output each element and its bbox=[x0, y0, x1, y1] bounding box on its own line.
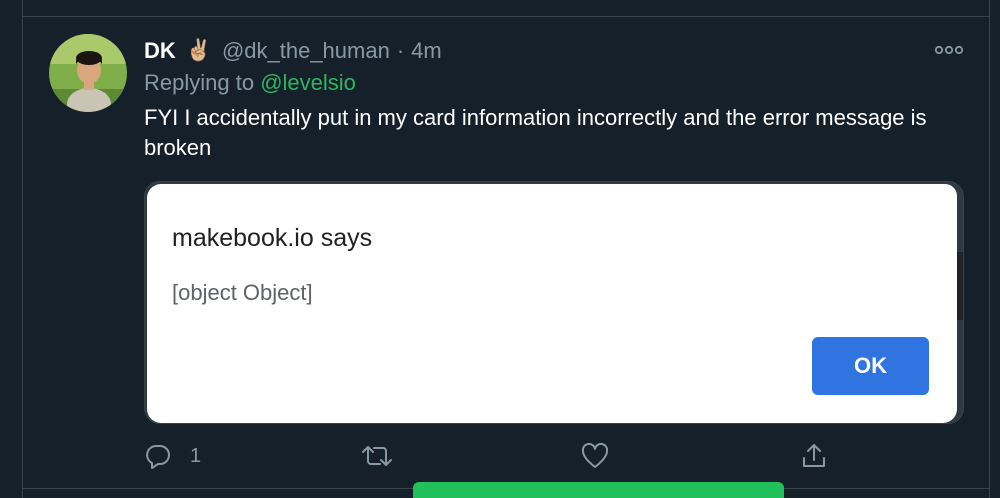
left-border bbox=[22, 0, 23, 498]
tweet-actions: 1 bbox=[144, 440, 844, 472]
replying-to: Replying to @levelsio bbox=[144, 70, 356, 96]
retweet-icon bbox=[360, 442, 394, 470]
display-name[interactable]: DK bbox=[144, 38, 176, 64]
heart-icon bbox=[580, 442, 610, 470]
scrollbar bbox=[957, 252, 963, 320]
right-border bbox=[989, 0, 990, 498]
more-options-icon[interactable] bbox=[932, 40, 966, 60]
like-button[interactable] bbox=[580, 440, 610, 472]
victory-hand-emoji: ✌🏼 bbox=[185, 39, 212, 62]
ok-button[interactable]: OK bbox=[812, 337, 929, 395]
share-button[interactable] bbox=[800, 440, 828, 472]
timestamp[interactable]: 4m bbox=[411, 38, 442, 64]
replying-prefix: Replying to bbox=[144, 70, 261, 95]
reply-icon bbox=[144, 442, 172, 470]
dialog-message: [object Object] bbox=[172, 280, 313, 305]
alert-dialog: makebook.io says [object Object] OK bbox=[147, 184, 957, 423]
share-icon bbox=[800, 442, 828, 470]
separator-dot: · bbox=[396, 38, 405, 63]
tweet-text: FYI I accidentally put in my card inform… bbox=[144, 105, 927, 160]
green-banner[interactable] bbox=[413, 482, 784, 498]
reply-button[interactable]: 1 bbox=[144, 440, 201, 472]
avatar[interactable] bbox=[49, 34, 127, 112]
top-divider bbox=[22, 16, 990, 17]
tweet-media[interactable]: makebook.io says [object Object] OK bbox=[144, 181, 964, 424]
reply-count: 1 bbox=[190, 444, 202, 467]
mention-link[interactable]: @levelsio bbox=[260, 70, 356, 95]
dialog-title: makebook.io says bbox=[172, 224, 373, 252]
retweet-button[interactable] bbox=[360, 440, 394, 472]
avatar-image bbox=[49, 34, 127, 112]
user-handle[interactable]: @dk_the_human bbox=[222, 38, 390, 64]
tweet-header: DK ✌🏼 @dk_the_human · 4m bbox=[144, 36, 442, 66]
